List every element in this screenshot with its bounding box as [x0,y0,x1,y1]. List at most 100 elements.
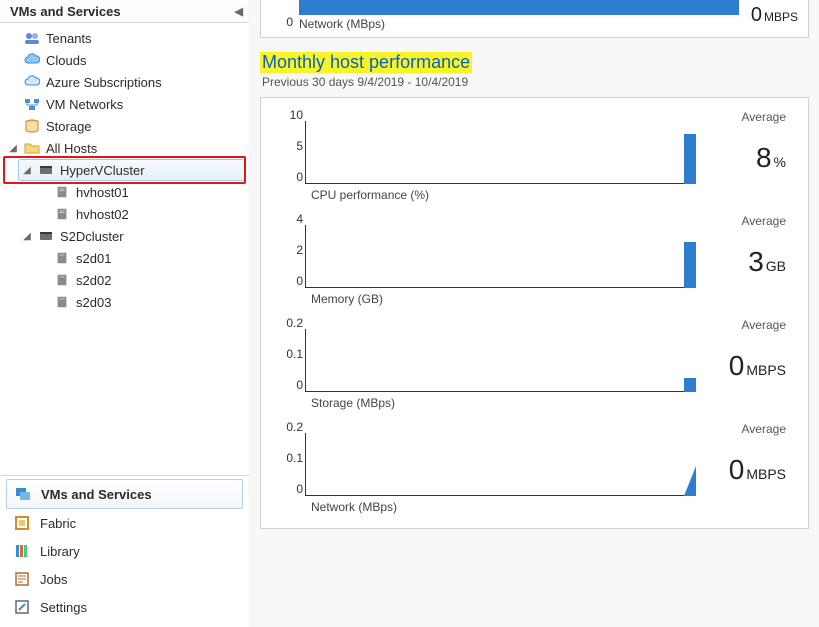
data-bar [684,378,696,392]
y-ticks: 10 5 0 [277,108,303,184]
data-bar [684,242,696,288]
wb-library[interactable]: Library [6,537,243,565]
folder-icon [24,140,40,156]
tick: 0 [296,170,303,184]
nav-label: hvhost02 [76,207,241,222]
nav-azure[interactable]: Azure Subscriptions [4,71,245,93]
tick: 0.1 [286,451,303,465]
main-content: 0 Network (MBps) 0MBPS Monthly host perf… [250,0,819,627]
chart-summary: Average 0MBPS [696,420,792,514]
average-label: Average [696,110,786,124]
nav-vmnetworks[interactable]: VM Networks [4,93,245,115]
tick: 2 [296,243,303,257]
nav-s2d03[interactable]: s2d03 [34,291,245,313]
top-caption: Network (MBps) [299,17,739,31]
chart-memory: 4 2 0 Memory (GB) Average 3GB [277,212,792,306]
nav-storage[interactable]: Storage [4,115,245,137]
tick: 4 [296,212,303,226]
settings-icon [14,599,30,615]
tenants-icon [24,30,40,46]
tick-zero: 0 [271,15,293,29]
chart-caption: Storage (MBps) [311,396,395,410]
wb-label: Settings [40,600,87,615]
wb-fabric[interactable]: Fabric [6,509,243,537]
azure-icon [24,74,40,90]
chart-network: 0.2 0.1 0 Network (MBps) Average 0MBPS [277,420,792,514]
top-value: 0MBPS [751,4,798,27]
average-value: 8% [696,142,786,174]
nav-label: S2Dcluster [60,229,241,244]
top-bar-area: Network (MBps) [299,0,739,31]
wunderbar: VMs and Services Fabric Library Jobs Set… [0,475,249,627]
nav-label: HyperVCluster [60,163,241,178]
host-icon [54,184,70,200]
host-icon [54,250,70,266]
sidebar-title: VMs and Services [10,4,121,19]
nav-tenants[interactable]: Tenants [4,27,245,49]
average-value: 3GB [696,246,786,278]
tick: 10 [290,108,303,122]
wb-label: Library [40,544,80,559]
tick: 0.1 [286,347,303,361]
top-network-strip: 0 Network (MBps) 0MBPS [260,0,809,38]
wb-jobs[interactable]: Jobs [6,565,243,593]
nav-hvhost02[interactable]: hvhost02 [34,203,245,225]
cluster-icon [38,162,54,178]
average-label: Average [696,422,786,436]
nav-label: s2d02 [76,273,241,288]
section-header: Monthly host performance [260,38,809,73]
nav-hvhost01[interactable]: hvhost01 [34,181,245,203]
average-value: 0MBPS [696,454,786,486]
vms-icon [15,486,31,502]
expander-icon[interactable]: ◢ [22,165,32,176]
plot-area: 4 2 0 Memory (GB) [277,212,696,306]
wb-settings[interactable]: Settings [6,593,243,621]
plot-area: 0.2 0.1 0 Storage (MBps) [277,316,696,410]
expander-icon[interactable]: ◢ [22,231,32,242]
nav-label: VM Networks [46,97,241,112]
nav-label: hvhost01 [76,185,241,200]
cloud-icon [24,52,40,68]
average-label: Average [696,318,786,332]
chart-cpu: 10 5 0 CPU performance (%) Average 8% [277,108,792,202]
expander-icon[interactable]: ◢ [8,143,18,154]
tick: 0 [296,274,303,288]
tick: 5 [296,139,303,153]
bars [307,242,696,288]
host-icon [54,206,70,222]
y-ticks: 0.2 0.1 0 [277,316,303,392]
chart-summary: Average 0MBPS [696,316,792,410]
host-icon [54,272,70,288]
nav-label: s2d03 [76,295,241,310]
nav-label: Tenants [46,31,241,46]
nav-s2dcluster[interactable]: ◢ S2Dcluster [18,225,245,247]
library-icon [14,543,30,559]
nav-hypervcluster[interactable]: ◢ HyperVCluster [18,159,245,181]
wb-label: Fabric [40,516,76,531]
wb-label: Jobs [40,572,67,587]
nav-s2d02[interactable]: s2d02 [34,269,245,291]
section-subtitle: Previous 30 days 9/4/2019 - 10/4/2019 [262,75,809,89]
chart-summary: Average 8% [696,108,792,202]
y-ticks: 0.2 0.1 0 [277,420,303,496]
nav-label: s2d01 [76,251,241,266]
chart-caption: Memory (GB) [311,292,383,306]
chart-caption: Network (MBps) [311,500,397,514]
nav-clouds[interactable]: Clouds [4,49,245,71]
nav-s2d01[interactable]: s2d01 [34,247,245,269]
tick: 0 [296,482,303,496]
network-icon [24,96,40,112]
sidebar-header[interactable]: VMs and Services ◀ [0,0,249,23]
collapse-icon[interactable]: ◀ [235,5,243,18]
host-icon [54,294,70,310]
average-value: 0MBPS [696,350,786,382]
bars [307,134,696,184]
nav-tree: Tenants Clouds Azure Subscriptions VM Ne… [0,23,249,475]
wb-label: VMs and Services [41,487,152,502]
wb-vms[interactable]: VMs and Services [6,479,243,509]
bars [307,466,696,496]
plot-area: 10 5 0 CPU performance (%) [277,108,696,202]
top-value-number: 0 [751,4,762,26]
nav-allhosts[interactable]: ◢ All Hosts [4,137,245,159]
tick: 0 [296,378,303,392]
